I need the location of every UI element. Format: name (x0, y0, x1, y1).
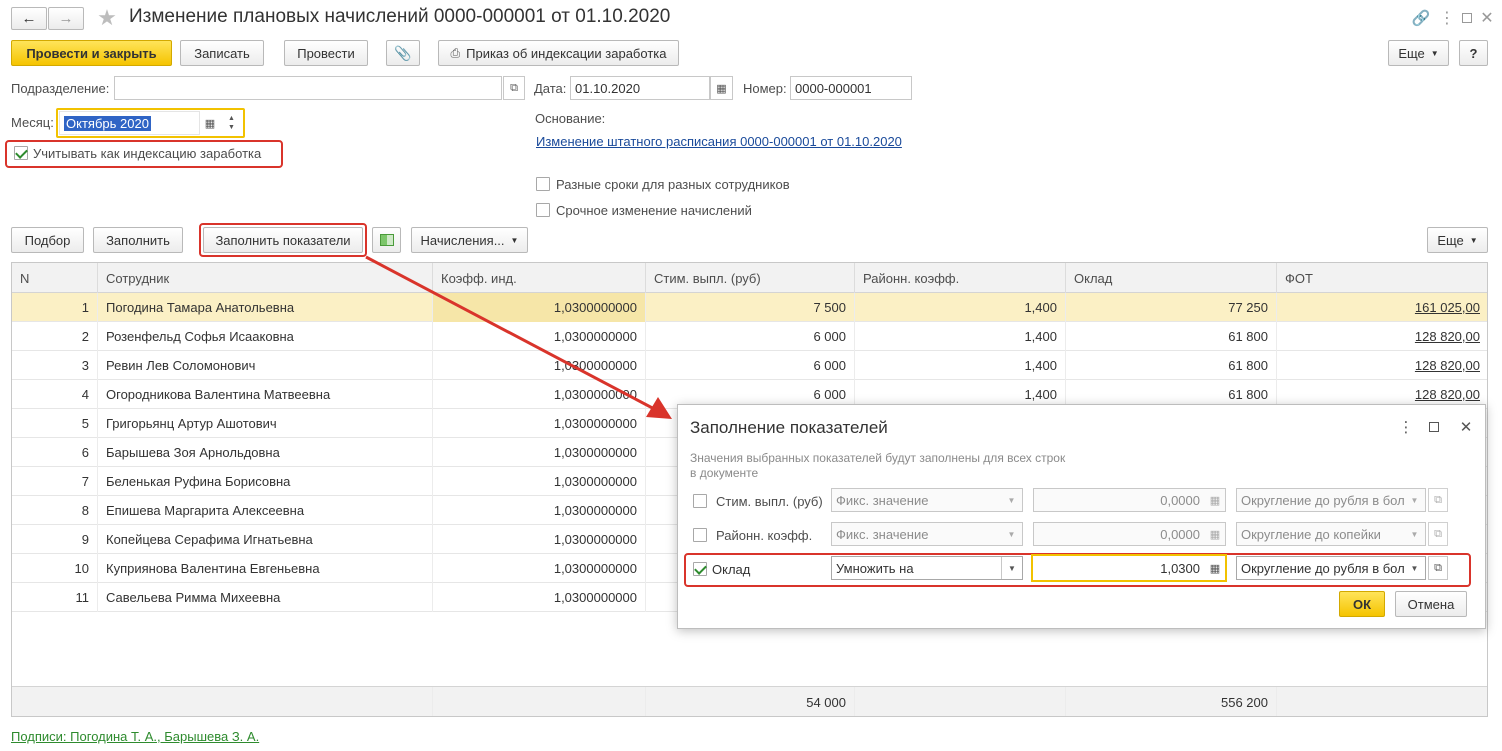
open-icon[interactable]: ⧉ (1428, 522, 1448, 546)
salary-mode-select[interactable]: Умножить на (831, 556, 1023, 580)
dropdown-arrow-icon[interactable]: ▼ (1404, 489, 1425, 511)
stim-checkbox[interactable] (693, 494, 707, 508)
dropdown-arrow-icon[interactable]: ▼ (1001, 489, 1022, 511)
calculator-icon[interactable]: ▦ (1205, 523, 1225, 545)
rk-value-input[interactable]: 0,0000 (1033, 522, 1226, 546)
dialog-title: Заполнение показателей (690, 418, 888, 437)
dialog-hint: Значения выбранных показателей будут зап… (690, 451, 1066, 480)
ok-button[interactable]: ОК (1339, 591, 1385, 617)
dropdown-arrow-icon[interactable]: ▼ (1001, 557, 1022, 579)
cancel-button[interactable]: Отмена (1395, 591, 1467, 617)
calculator-icon[interactable]: ▦ (1205, 489, 1225, 511)
salary-value-input[interactable]: 1,0300 (1031, 554, 1227, 582)
rk-mode-select[interactable]: Фикс. значение (831, 522, 1023, 546)
calculator-icon[interactable]: ▦ (1205, 557, 1225, 579)
dropdown-arrow-icon[interactable]: ▼ (1001, 523, 1022, 545)
dialog-close-icon[interactable]: ✕ (1456, 417, 1476, 437)
rk-rounding-select[interactable]: Округление до копейки (1236, 522, 1426, 546)
stim-mode-select[interactable]: Фикс. значение (831, 488, 1023, 512)
salary-checkbox[interactable] (693, 562, 707, 576)
open-icon[interactable]: ⧉ (1428, 556, 1448, 580)
open-icon[interactable]: ⧉ (1428, 488, 1448, 512)
dropdown-arrow-icon[interactable]: ▼ (1404, 523, 1425, 545)
dialog-maximize-icon[interactable] (1424, 417, 1444, 437)
rk-value: 0,0000 (1160, 526, 1200, 542)
fill-indicators-dialog: Заполнение показателей ⋮ ✕ Значения выбр… (677, 404, 1486, 629)
annotation-arrow (365, 255, 672, 419)
rk-label: Районн. коэфф. (716, 528, 813, 543)
rk-checkbox[interactable] (693, 528, 707, 542)
salary-rounding-select[interactable]: Округление до рубля в бол (1236, 556, 1426, 580)
dropdown-arrow-icon[interactable]: ▼ (1404, 557, 1425, 579)
salary-value: 1,0300 (1160, 560, 1200, 576)
stim-value: 0,0000 (1160, 492, 1200, 508)
stim-value-input[interactable]: 0,0000 (1033, 488, 1226, 512)
stim-rounding-select[interactable]: Округление до рубля в бол (1236, 488, 1426, 512)
stim-label: Стим. выпл. (руб) (716, 494, 823, 509)
dialog-menu-icon[interactable]: ⋮ (1396, 417, 1416, 437)
salary-label: Оклад (712, 562, 751, 577)
